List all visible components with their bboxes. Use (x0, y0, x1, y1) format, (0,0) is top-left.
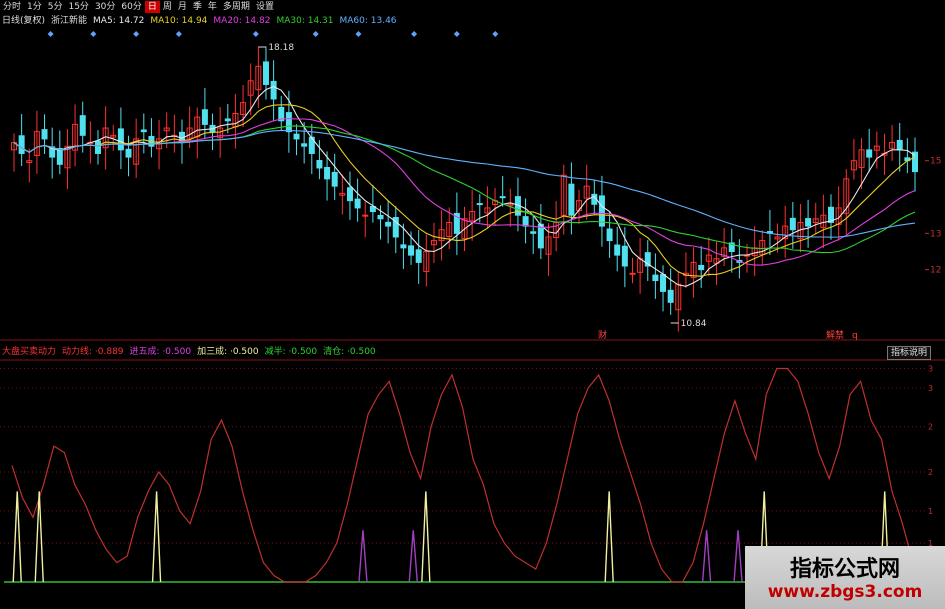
candle-body-52 (408, 245, 415, 256)
candle-body-33 (262, 61, 269, 85)
event-diamond-7 (411, 31, 418, 37)
low-label: 10.84 (681, 319, 707, 329)
candle-body-36 (285, 112, 292, 133)
event-diamond-4 (252, 31, 259, 37)
candle-body-84 (652, 274, 659, 282)
jin-spike-0 (358, 530, 368, 583)
price-y-label-1: 13 (930, 229, 941, 239)
event-diamond-0 (47, 31, 54, 37)
candle-body-15 (125, 148, 132, 158)
candle-body-102 (789, 217, 796, 231)
ma-line-MA5 (13, 86, 916, 287)
indicator-y-label-0: 3 (928, 364, 933, 373)
event-marker-1: 解禁 (826, 329, 844, 341)
candle-body-104 (805, 218, 812, 227)
indicator-y-label-1: 3 (928, 384, 933, 393)
watermark: 指标公式网 www.zbgs3.com (745, 546, 945, 609)
candle-body-4 (41, 129, 48, 140)
candle-body-116 (896, 139, 903, 151)
indicator-y-label-2: 2 (928, 423, 933, 432)
indicator-legend: 大盘买卖动力 动力线: ·0.889 进五成: ·0.500 加三成: ·0.500 减… (2, 346, 376, 359)
event-diamond-9 (492, 31, 499, 37)
indicator-y-label-4: 1 (928, 507, 933, 516)
candle-body-34 (270, 80, 277, 100)
indicator-help-button[interactable]: 指标说明 (887, 346, 932, 360)
jia-spike-3 (421, 491, 431, 583)
candle-body-37 (293, 133, 300, 140)
indicator-legend-item-1: 动力线: ·0.889 (62, 347, 124, 357)
candle-body-14 (117, 128, 124, 151)
watermark-url: www.zbgs3.com (767, 582, 923, 602)
indicator-legend-item-2: 进五成: ·0.500 (129, 347, 192, 357)
candle-body-38 (301, 143, 308, 147)
event-marker-0: 财 (598, 329, 607, 341)
jia-spike-4 (604, 491, 614, 583)
candle-body-73 (568, 183, 575, 216)
candle-body-79 (614, 244, 621, 256)
candle-body-67 (522, 216, 529, 227)
jin-spike-3 (733, 530, 743, 583)
candle-body-49 (385, 221, 392, 227)
candle-body-1 (18, 135, 25, 154)
candle-body-25 (201, 109, 208, 125)
event-diamond-5 (312, 31, 319, 37)
candle-body-90 (698, 264, 705, 271)
chart-canvas: 18.1810.84财 解禁 q151312332211 (0, 31, 945, 583)
event-diamond-2 (133, 31, 140, 37)
candle-body-44 (346, 187, 353, 202)
jia-spike-0 (12, 491, 22, 583)
watermark-title: 指标公式网 (789, 557, 900, 582)
candle-body-80 (621, 245, 628, 267)
indicator-legend-item-3: 加三成: ·0.500 (197, 347, 259, 357)
indicator-legend-item-4: 减半: ·0.500 (264, 347, 318, 357)
indicator-legend-item-5: 清仓: ·0.500 (323, 347, 376, 357)
candle-body-46 (362, 214, 369, 217)
candle-body-41 (324, 167, 331, 180)
event-marker-2: q (852, 331, 858, 341)
candle-body-48 (377, 214, 384, 220)
jin-spike-1 (408, 530, 418, 583)
price-y-label-0: 15 (930, 157, 941, 167)
candle-body-53 (415, 249, 422, 263)
candle-body-28 (224, 118, 231, 122)
candle-body-68 (530, 231, 537, 234)
candle-body-81 (629, 272, 636, 275)
candle-body-85 (660, 274, 667, 292)
candle-body-17 (140, 129, 147, 133)
candle-body-64 (499, 196, 506, 199)
high-label: 18.18 (268, 43, 294, 53)
candle-body-78 (606, 228, 613, 242)
candle-body-45 (354, 198, 361, 209)
candle-body-42 (331, 171, 338, 187)
event-diamond-1 (90, 31, 97, 37)
candle-body-61 (476, 203, 483, 206)
candle-body-86 (667, 289, 674, 303)
jia-spike-2 (151, 491, 162, 583)
jin-spike-2 (701, 530, 712, 583)
price-y-label-2: 12 (930, 266, 941, 276)
candle-body-11 (94, 140, 101, 154)
candle-body-9 (79, 115, 86, 136)
event-diamond-6 (355, 31, 362, 37)
event-diamond-8 (453, 31, 460, 37)
event-diamond-3 (175, 31, 182, 37)
indicator-y-label-3: 2 (928, 468, 933, 477)
indicator-legend-item-0: 大盘买卖动力 (2, 347, 57, 357)
candle-body-51 (400, 244, 407, 249)
candle-body-112 (866, 149, 873, 158)
candle-body-40 (316, 160, 323, 169)
